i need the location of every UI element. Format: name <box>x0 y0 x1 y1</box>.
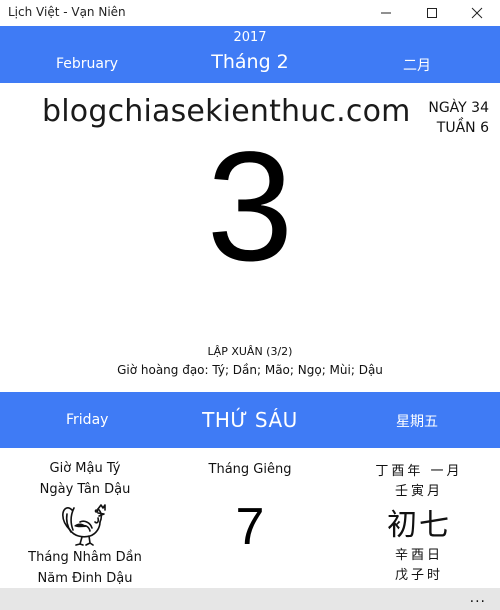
lunar-hour-name: Giờ Mậu Tý <box>49 461 121 476</box>
minimize-button[interactable] <box>363 0 409 26</box>
chinese-day-ganzhi: 辛酉日 <box>394 548 443 563</box>
lunar-day-name: Ngày Tân Dậu <box>39 482 131 497</box>
lunar-info: Giờ Mậu Tý Ngày Tân Dậu Tháng Nhâm Dần N <box>0 448 500 588</box>
chinese-month-ganzhi: 壬寅月 <box>394 484 443 499</box>
month-chinese: 二月 <box>403 58 431 74</box>
lunar-day-number: 7 <box>235 498 265 556</box>
app-bar: ... <box>0 588 500 610</box>
lucky-hours-label: Giờ hoàng đạo: Tý; Dần; Mão; Ngọ; Mùi; D… <box>117 363 383 377</box>
more-icon[interactable]: ... <box>470 590 486 606</box>
close-button[interactable] <box>454 0 500 26</box>
window-title: Lịch Việt - Vạn Niên <box>8 5 126 19</box>
solar-day-number: 3 <box>206 120 294 294</box>
maximize-icon <box>427 8 437 18</box>
year-label[interactable]: 2017 <box>0 30 500 45</box>
rooster-icon <box>62 504 106 546</box>
day-view[interactable]: blogchiasekienthuc.com NGÀY 34 TUẦN 6 3 … <box>0 83 500 392</box>
lunar-year-name: Năm Đinh Dậu <box>37 571 133 586</box>
solar-term-label: LẬP XUÂN (3/2) <box>207 345 293 358</box>
chinese-hour-ganzhi: 戊子时 <box>394 568 443 583</box>
title-bar: Lịch Việt - Vạn Niên <box>0 0 500 26</box>
chinese-year-month: 丁酉年 一月 <box>375 464 463 479</box>
minimize-icon <box>381 12 391 14</box>
weekday-chinese: 星期五 <box>396 414 438 430</box>
chinese-lunar-day: 初七 <box>387 508 451 543</box>
lunar-month-name: Tháng Nhâm Dần <box>28 550 142 565</box>
maximize-button[interactable] <box>409 0 455 26</box>
month-header: 2017 February Tháng 2 二月 <box>0 26 500 83</box>
weekday-band: Friday THỨ SÁU 星期五 <box>0 392 500 448</box>
close-icon <box>471 7 483 19</box>
lunar-month-label: Tháng Giêng <box>208 462 292 477</box>
